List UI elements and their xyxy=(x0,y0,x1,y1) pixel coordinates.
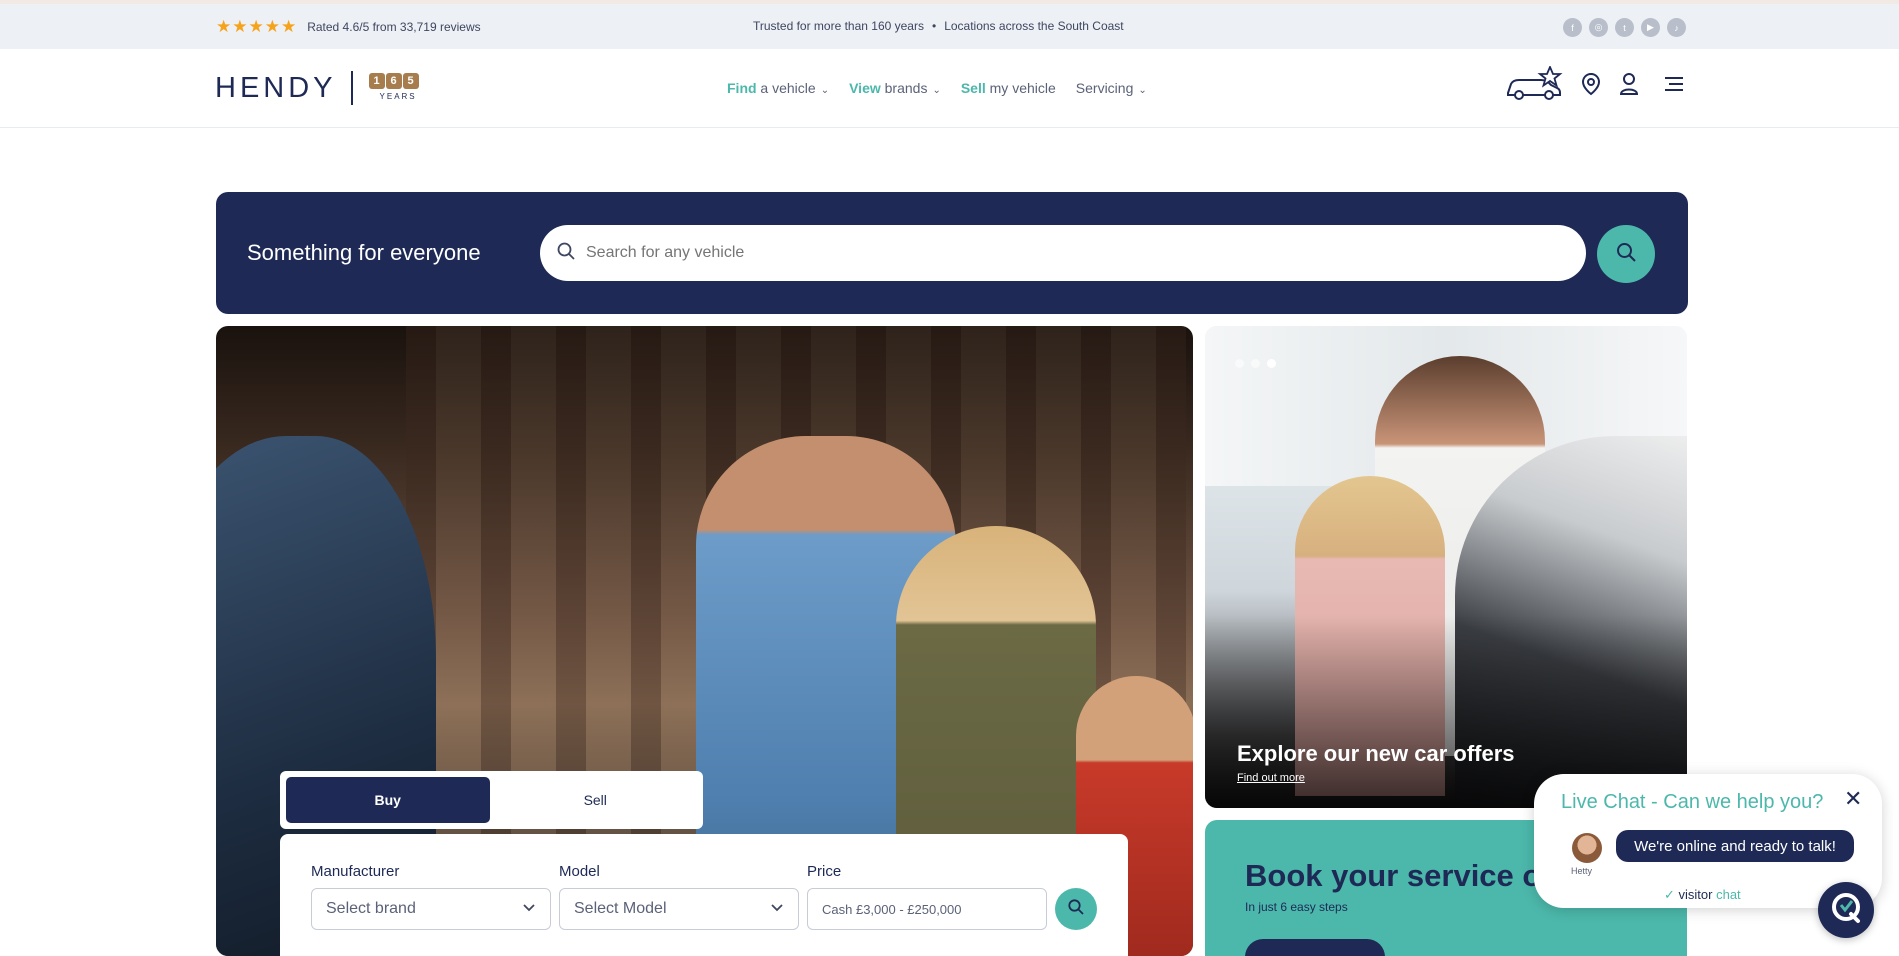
buy-sell-tabs: Buy Sell xyxy=(280,771,703,829)
carousel-dot[interactable] xyxy=(1235,359,1244,368)
facebook-icon[interactable]: f xyxy=(1563,18,1582,37)
hendy-logo[interactable]: HENDY 165 YEARS xyxy=(215,71,421,105)
chevron-down-icon: ⌄ xyxy=(1138,85,1147,96)
account-icon[interactable] xyxy=(1619,72,1639,101)
nav-sell-vehicle[interactable]: Sell my vehicle xyxy=(961,80,1056,96)
carousel-dot-active[interactable] xyxy=(1267,359,1276,368)
menu-icon[interactable] xyxy=(1663,75,1685,98)
vehicle-search-input[interactable] xyxy=(586,244,1486,262)
model-label: Model xyxy=(559,863,600,880)
chat-bubble-icon xyxy=(1829,891,1863,930)
nav-view-rest: brands xyxy=(880,80,928,96)
separator-bullet: • xyxy=(931,19,937,33)
service-title: Book your service on xyxy=(1245,858,1561,893)
price-label: Price xyxy=(807,863,842,880)
nav-view-brands[interactable]: View brands ⌄ xyxy=(849,80,941,96)
social-links: f ◎ t ▶ ♪ xyxy=(1563,18,1686,37)
price-value: Cash £3,000 - £250,000 xyxy=(822,901,962,917)
chevron-down-icon: ⌄ xyxy=(932,85,941,96)
nav-find-bold: Find xyxy=(727,80,757,96)
carousel-dot[interactable] xyxy=(1251,359,1260,368)
logo-divider xyxy=(350,71,353,105)
tab-sell[interactable]: Sell xyxy=(494,777,698,823)
saved-vehicles-icon[interactable] xyxy=(1505,64,1563,107)
search-band-title: Something for everyone xyxy=(247,240,481,265)
tab-buy[interactable]: Buy xyxy=(286,777,490,823)
vehicle-search-box[interactable] xyxy=(540,225,1586,281)
locations-text: Locations across the South Coast xyxy=(944,19,1124,33)
manufacturer-label: Manufacturer xyxy=(311,863,400,880)
nav-servicing[interactable]: Servicing ⌄ xyxy=(1076,80,1147,96)
twitter-icon[interactable]: t xyxy=(1615,18,1634,37)
price-input[interactable]: Cash £3,000 - £250,000 xyxy=(807,888,1047,930)
chat-brand-prefix: visitor xyxy=(1678,887,1713,902)
tiktok-icon[interactable]: ♪ xyxy=(1667,18,1686,37)
anniversary-digit: 1 xyxy=(368,73,385,89)
rating-text: Rated 4.6/5 from 33,719 reviews xyxy=(307,20,481,34)
nav-sell-bold: Sell xyxy=(960,80,986,96)
search-submit-button[interactable] xyxy=(1597,225,1655,283)
model-select[interactable]: Select Model xyxy=(559,888,799,930)
manufacturer-select[interactable]: Select brand xyxy=(311,888,551,930)
top-info-bar: ★★★★★ Rated 4.6/5 from 33,719 reviews Tr… xyxy=(0,4,1899,49)
offer-find-out-more-link[interactable]: Find out more xyxy=(1237,772,1305,784)
chat-title: Live Chat - Can we help you? xyxy=(1561,791,1824,813)
service-book-button[interactable] xyxy=(1245,939,1385,956)
anniversary-digit: 5 xyxy=(402,73,419,89)
new-car-offers-card[interactable]: Explore our new car offers Find out more xyxy=(1205,326,1687,808)
chat-agent-name: Hetty xyxy=(1571,866,1593,876)
search-icon xyxy=(556,241,576,266)
trust-message: Trusted for more than 160 years • Locati… xyxy=(753,19,1124,33)
nav-sell-rest: my vehicle xyxy=(985,80,1056,96)
chat-brand-mark-icon: ✓ xyxy=(1664,887,1675,902)
nav-view-bold: View xyxy=(849,80,881,96)
vehicle-search-band: Something for everyone xyxy=(216,192,1688,314)
instagram-icon[interactable]: ◎ xyxy=(1589,18,1608,37)
chevron-down-icon xyxy=(522,900,536,918)
anniversary-digit: 6 xyxy=(385,73,402,89)
vehicle-finder-form: Manufacturer Select brand Model Select M… xyxy=(280,834,1128,956)
manufacturer-value: Select brand xyxy=(326,900,416,917)
rating-stars: ★★★★★ xyxy=(216,17,298,36)
search-icon xyxy=(1067,898,1085,921)
anniversary-badge: 165 YEARS xyxy=(368,71,421,105)
chat-message-bubble[interactable]: We're online and ready to talk! xyxy=(1616,830,1854,862)
service-subtitle: In just 6 easy steps xyxy=(1245,900,1348,914)
nav-servicing-label: Servicing xyxy=(1075,80,1134,96)
manufacturer-field: Manufacturer Select brand xyxy=(311,863,551,930)
chevron-down-icon xyxy=(770,900,784,918)
primary-nav: Find a vehicle ⌄ View brands ⌄ Sell my veh… xyxy=(727,80,1147,96)
offer-gradient-overlay xyxy=(1205,326,1687,808)
model-value: Select Model xyxy=(574,900,667,917)
nav-find-rest: a vehicle xyxy=(756,80,816,96)
chat-brand: ✓ visitor chat xyxy=(1664,887,1741,903)
close-icon[interactable]: ✕ xyxy=(1844,786,1862,812)
trusted-text: Trusted for more than 160 years xyxy=(753,19,924,33)
chat-agent-avatar xyxy=(1572,833,1602,863)
main-header: HENDY 165 YEARS Find a vehicle ⌄ View bra… xyxy=(0,49,1899,128)
model-field: Model Select Model xyxy=(559,863,799,930)
chevron-down-icon: ⌄ xyxy=(820,85,830,96)
logo-wordmark: HENDY xyxy=(215,71,337,104)
youtube-icon[interactable]: ▶ xyxy=(1641,18,1660,37)
offer-title: Explore our new car offers xyxy=(1237,741,1515,766)
chat-brand-suffix: chat xyxy=(1712,887,1741,902)
search-icon xyxy=(1615,241,1637,268)
anniversary-years-label: YEARS xyxy=(379,92,417,101)
chat-launcher-button[interactable] xyxy=(1818,882,1874,938)
finder-search-button[interactable] xyxy=(1055,888,1097,930)
carousel-dots xyxy=(1235,359,1276,368)
location-pin-icon[interactable] xyxy=(1581,72,1601,101)
rating-summary[interactable]: ★★★★★ Rated 4.6/5 from 33,719 reviews xyxy=(216,17,481,37)
nav-find-vehicle[interactable]: Find a vehicle ⌄ xyxy=(727,80,829,96)
price-field: Price Cash £3,000 - £250,000 xyxy=(807,863,1047,930)
header-actions xyxy=(1505,64,1685,107)
